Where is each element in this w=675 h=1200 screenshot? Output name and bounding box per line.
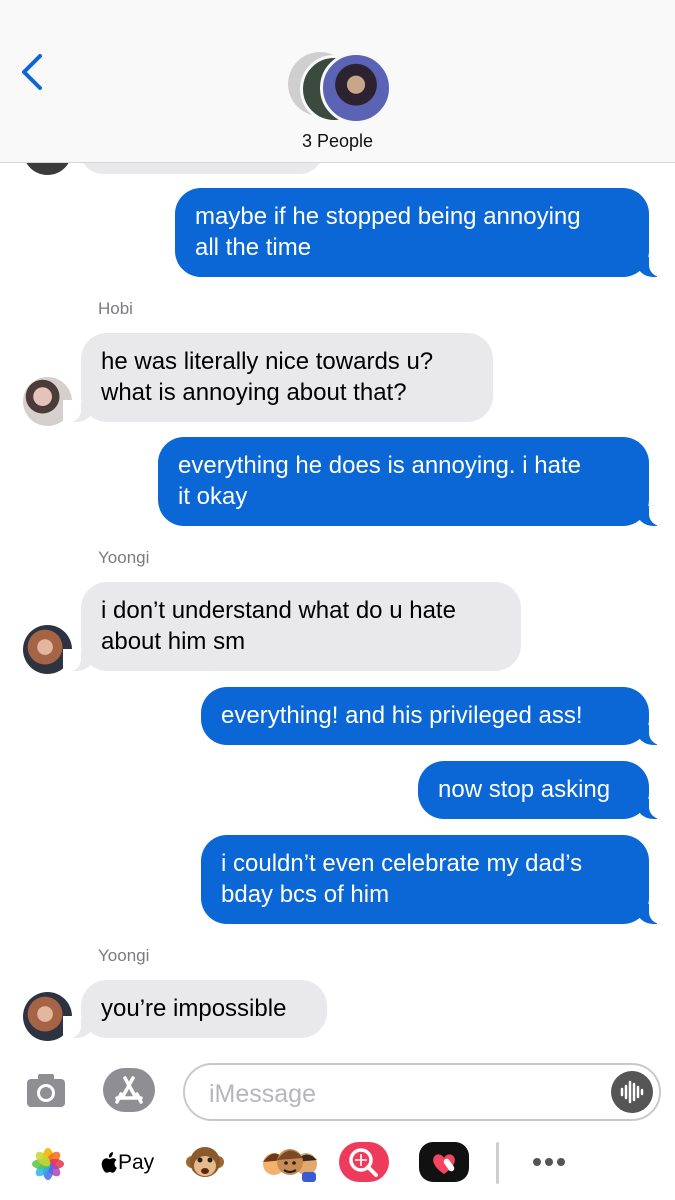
web-images-button[interactable] bbox=[338, 1140, 390, 1186]
apple-logo-icon bbox=[101, 1152, 117, 1173]
chevron-left-icon bbox=[22, 54, 42, 90]
memoji-app-button[interactable] bbox=[186, 1140, 224, 1186]
message-bubble-outgoing[interactable]: everything! and his privileged ass! bbox=[201, 687, 667, 745]
conversation-header: 3 People bbox=[0, 0, 675, 163]
avatar bbox=[320, 52, 392, 124]
photos-icon bbox=[32, 1148, 64, 1180]
apple-pay-label: Pay bbox=[118, 1151, 155, 1174]
drawer-divider bbox=[496, 1142, 499, 1184]
app-store-icon bbox=[103, 1068, 155, 1112]
more-apps-button[interactable] bbox=[520, 1140, 576, 1186]
conversation-title[interactable]: 3 People bbox=[0, 131, 675, 152]
app-store-button[interactable] bbox=[103, 1068, 155, 1112]
photos-app-button[interactable] bbox=[32, 1148, 64, 1194]
message-input-container[interactable] bbox=[183, 1063, 661, 1121]
memoji-stickers-icon bbox=[263, 1149, 317, 1182]
memoji-stickers-button[interactable] bbox=[260, 1140, 322, 1186]
sender-name: Yoongi bbox=[98, 946, 150, 965]
camera-icon bbox=[27, 1074, 65, 1107]
camera-button[interactable] bbox=[26, 1072, 66, 1108]
message-bubble-incoming[interactable]: he was literally nice towards u? what is… bbox=[63, 333, 493, 422]
sender-name: Yoongi bbox=[98, 548, 150, 567]
audio-waveform-icon bbox=[620, 1080, 644, 1104]
voice-message-button[interactable] bbox=[611, 1071, 653, 1113]
sender-name: Hobi bbox=[98, 299, 133, 318]
more-apps-icon bbox=[533, 1158, 565, 1166]
digital-touch-button[interactable] bbox=[418, 1140, 470, 1186]
back-button[interactable] bbox=[18, 52, 48, 92]
message-bubble-outgoing[interactable]: i couldn’t even celebrate my dad’s bday … bbox=[201, 835, 667, 924]
message-bubble-incoming[interactable]: you’re impossible bbox=[63, 980, 327, 1038]
group-avatars[interactable] bbox=[288, 52, 392, 124]
monkey-memoji-icon bbox=[186, 1147, 224, 1177]
digital-touch-icon bbox=[419, 1142, 469, 1182]
web-images-search-icon bbox=[339, 1142, 389, 1182]
message-bubble-outgoing[interactable]: now stop asking bbox=[418, 761, 667, 819]
message-bubble-incoming[interactable]: i don’t understand what do u hate about … bbox=[63, 582, 521, 671]
apple-pay-button[interactable]: Pay bbox=[100, 1150, 156, 1196]
message-bubble-outgoing[interactable]: everything he does is annoying. i hate i… bbox=[158, 437, 667, 526]
message-input[interactable] bbox=[207, 1075, 591, 1113]
message-bubble-outgoing[interactable]: maybe if he stopped being annoying all t… bbox=[175, 188, 667, 277]
